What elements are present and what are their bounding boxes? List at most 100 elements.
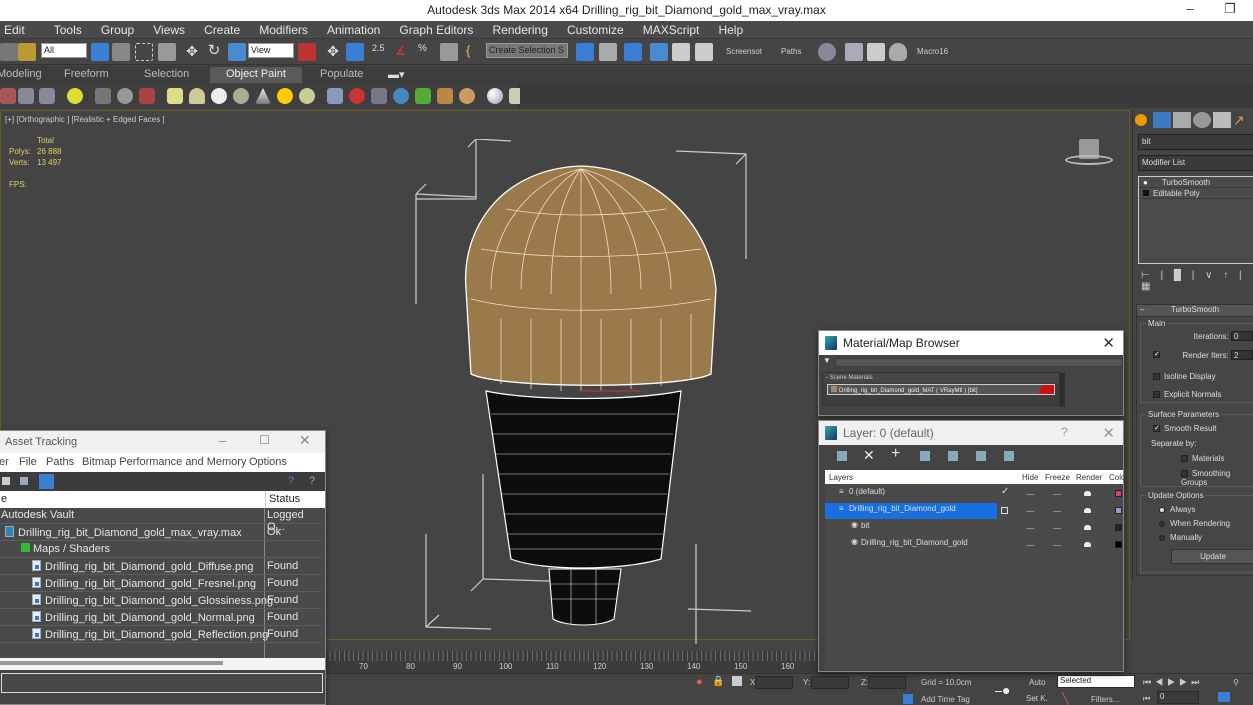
status-column-header[interactable]: Status xyxy=(265,491,300,508)
menu-create[interactable]: Create xyxy=(196,21,248,37)
object-name-field[interactable]: bit xyxy=(1138,134,1253,150)
y-coordinate-field[interactable] xyxy=(811,676,849,689)
menu-group[interactable]: Group xyxy=(93,21,142,37)
window-crossing-icon[interactable] xyxy=(158,43,176,61)
angle-snap-icon[interactable]: ∡ xyxy=(395,43,413,61)
modifier-stack[interactable]: ● TurboSmooth Editable Poly xyxy=(1138,176,1253,264)
grass-icon[interactable] xyxy=(415,88,431,104)
table-view-icon[interactable] xyxy=(39,474,54,489)
snap-toggle-icon[interactable]: 2.5 xyxy=(372,43,390,61)
modifier-list-dropdown[interactable]: Modifier List xyxy=(1138,155,1253,171)
reference-coordinate-dropdown[interactable]: View xyxy=(248,43,294,58)
render-setup-icon[interactable] xyxy=(845,43,863,61)
color-column-header[interactable]: Colo xyxy=(1109,473,1125,482)
timeline[interactable]: 70 80 90 100 110 120 130 140 150 160 xyxy=(325,651,820,673)
dirt-icon[interactable] xyxy=(459,88,475,104)
menu-modifiers[interactable]: Modifiers xyxy=(251,21,316,37)
hide-toggle[interactable] xyxy=(1026,545,1034,546)
name-column-header[interactable]: e xyxy=(1,493,7,505)
hierarchy-tab-icon[interactable] xyxy=(1173,112,1191,128)
layer-color-swatch[interactable] xyxy=(1115,507,1122,514)
asset-row[interactable]: Drilling_rig_bit_Diamond_gold_Diffuse.pn… xyxy=(0,559,321,575)
drill-bit-model[interactable] xyxy=(411,139,751,644)
scale-icon[interactable] xyxy=(228,43,246,61)
help-button[interactable]: ? xyxy=(1061,425,1068,439)
display-tab-icon[interactable] xyxy=(1213,112,1231,128)
scene-materials-label[interactable]: - Scene Materials xyxy=(823,373,1059,383)
menu-paths[interactable]: Paths xyxy=(46,456,74,468)
minimize-button[interactable]: – xyxy=(219,433,226,448)
teapot-icon[interactable] xyxy=(233,88,249,104)
always-radio[interactable]: Always xyxy=(1159,505,1195,514)
layer-dialog-titlebar[interactable]: Layer: 0 (default) ? ✕ xyxy=(819,421,1123,445)
layer-row[interactable]: ≡ 0 (default) ✓ xyxy=(825,486,1123,502)
rectangle-selection-icon[interactable] xyxy=(135,43,153,61)
mirror-icon[interactable] xyxy=(576,43,594,61)
add-time-tag-button[interactable]: Add Time Tag xyxy=(921,695,970,704)
material-browser-titlebar[interactable]: Material/Map Browser ✕ xyxy=(819,331,1123,355)
close-button[interactable]: ✕ xyxy=(1102,424,1115,442)
z-coordinate-field[interactable] xyxy=(868,676,906,689)
macro16-button[interactable]: Macro16 xyxy=(917,47,948,56)
add-to-layer-icon[interactable]: + xyxy=(891,445,900,463)
sphere-light-icon[interactable] xyxy=(211,88,227,104)
current-layer-check-icon[interactable]: ✓ xyxy=(1001,486,1009,497)
tab-selection[interactable]: Selection xyxy=(144,68,189,80)
menu-edit[interactable]: Edit xyxy=(0,21,33,37)
stack-item-editable-poly[interactable]: Editable Poly xyxy=(1139,188,1253,199)
list-view-icon[interactable] xyxy=(2,477,10,485)
freeze-column-header[interactable]: Freeze xyxy=(1045,473,1070,482)
auto-key-button[interactable]: Auto xyxy=(1029,678,1045,687)
asset-row[interactable]: Drilling_rig_bit_Diamond_gold_Reflection… xyxy=(0,627,321,643)
create-tab-icon[interactable] xyxy=(1135,114,1147,126)
hair-icon[interactable] xyxy=(437,88,453,104)
freeze-all-layers-icon[interactable] xyxy=(1004,451,1014,461)
new-layer-icon[interactable] xyxy=(837,451,847,461)
iterations-spinner[interactable]: 0 xyxy=(1231,331,1253,341)
layer-explorer-icon[interactable] xyxy=(39,88,55,104)
viewcube-ring-icon[interactable] xyxy=(1065,155,1113,165)
menu-animation[interactable]: Animation xyxy=(319,21,388,37)
layer-row[interactable]: ≡ Drilling_rig_bit_Diamond_gold xyxy=(825,503,1123,519)
freeze-toggle[interactable] xyxy=(1053,511,1061,512)
explicit-normals-checkbox[interactable]: Explicit Normals xyxy=(1153,390,1221,399)
link-icon[interactable] xyxy=(0,43,18,61)
hide-column-header[interactable]: Hide xyxy=(1022,473,1038,482)
layer-row[interactable]: ◉ bit xyxy=(825,520,1123,536)
zoom-extents-icon[interactable] xyxy=(1218,692,1230,702)
asset-row[interactable]: Drilling_rig_bit_Diamond_gold_Normal.png… xyxy=(0,610,321,626)
asset-tracking-titlebar[interactable]: Asset Tracking – ☐ ✕ xyxy=(0,431,325,453)
tab-populate[interactable]: Populate xyxy=(320,68,363,80)
menu-help[interactable]: Help xyxy=(710,21,751,37)
ribbon-options-icon[interactable]: ▬▾ xyxy=(388,68,405,81)
filters-button[interactable]: Filters... xyxy=(1091,695,1119,704)
edit-named-selection-icon[interactable]: { xyxy=(466,43,484,61)
restore-button[interactable]: ❐ xyxy=(1210,1,1250,20)
menu-maxscript[interactable]: MAXScript xyxy=(635,21,708,37)
keyboard-shortcut-override-icon[interactable] xyxy=(346,43,364,61)
fur-icon[interactable] xyxy=(327,88,343,104)
menu-rendering[interactable]: Rendering xyxy=(485,21,556,37)
viewport-layout-icon[interactable] xyxy=(0,88,16,104)
menu-views[interactable]: Views xyxy=(145,21,193,37)
menu-graph-editors[interactable]: Graph Editors xyxy=(391,21,481,37)
menu-options[interactable]: Options xyxy=(249,456,287,468)
isoline-display-checkbox[interactable]: Isoline Display xyxy=(1153,372,1216,381)
render-teapot-icon[interactable] xyxy=(1084,491,1091,496)
viewport-label[interactable]: [+] [Orthographic ] [Realistic + Edged F… xyxy=(5,115,165,124)
curve-editor-icon[interactable] xyxy=(672,43,690,61)
sphere-fade-icon[interactable] xyxy=(393,88,409,104)
layers-column-header[interactable]: Layers xyxy=(829,473,853,482)
delete-layer-icon[interactable]: ✕ xyxy=(863,447,875,464)
select-object-icon[interactable] xyxy=(91,43,109,61)
highlight-layer-icon[interactable] xyxy=(948,451,958,461)
paths-button[interactable]: Paths xyxy=(781,47,801,56)
material-search-field[interactable] xyxy=(835,358,1123,367)
hide-toggle[interactable] xyxy=(1026,511,1034,512)
moon-icon[interactable] xyxy=(117,88,133,104)
hide-toggle[interactable] xyxy=(1026,494,1034,495)
hide-all-layers-icon[interactable] xyxy=(976,451,986,461)
utilities-tab-icon[interactable]: ↗ xyxy=(1233,112,1251,128)
layer-color-swatch[interactable] xyxy=(1115,541,1122,548)
smoothing-groups-checkbox[interactable]: Smoothing Groups xyxy=(1181,469,1253,487)
